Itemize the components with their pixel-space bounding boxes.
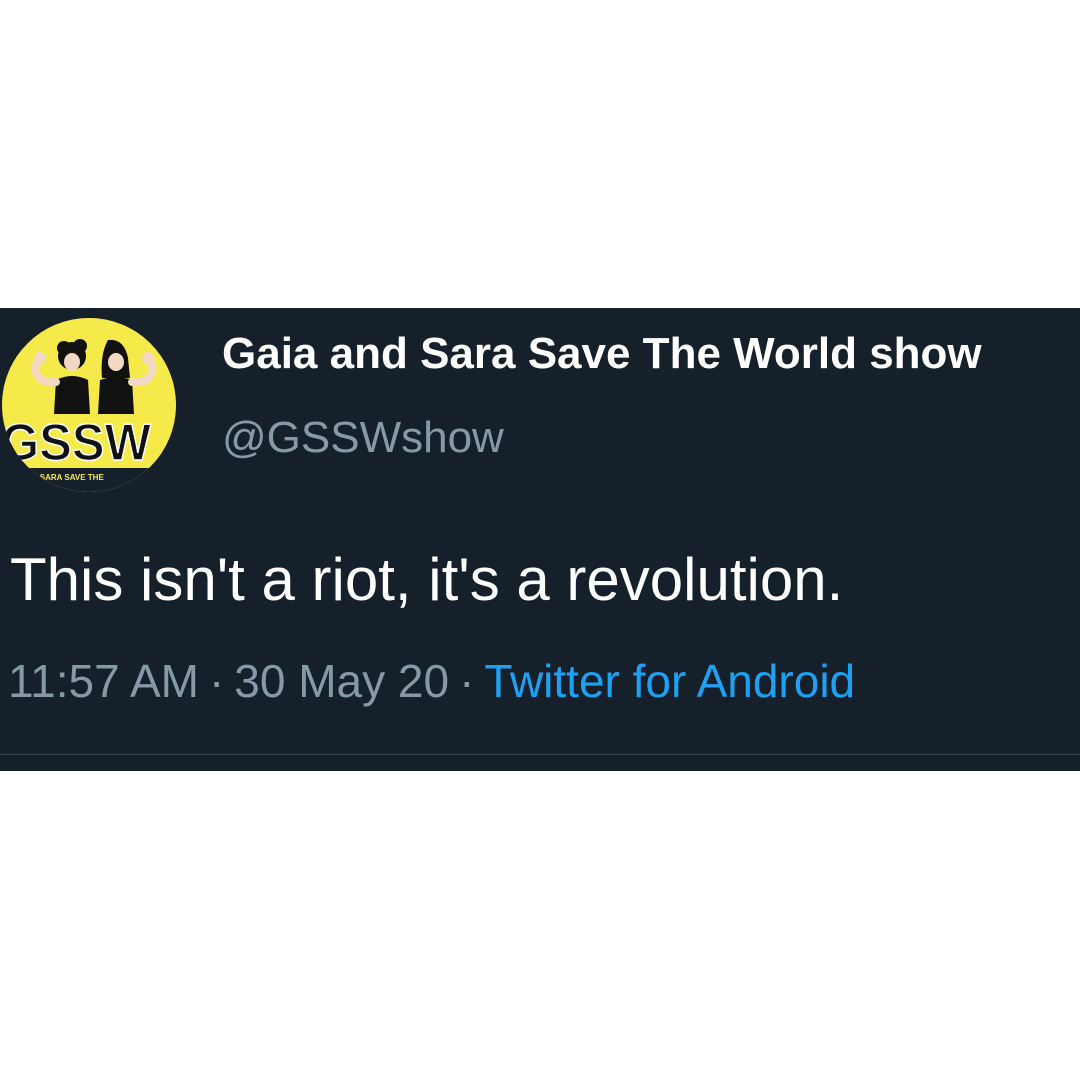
tweet-text: This isn't a riot, it's a revolution. (10, 546, 844, 613)
avatar-logo-text: GSSW (2, 414, 152, 472)
meta-separator: · (459, 655, 475, 707)
user-handle[interactable]: @GSSWshow (222, 410, 504, 466)
avatar[interactable]: AND SARA SAVE THE GSSW (2, 318, 176, 492)
divider (0, 754, 1080, 755)
tweet-time[interactable]: 11:57 AM (8, 655, 199, 707)
gssw-logo-icon: AND SARA SAVE THE GSSW (2, 318, 176, 492)
tweet-card: AND SARA SAVE THE GSSW Gaia and Sara Sav… (0, 308, 1080, 771)
tweet-meta: 11:57 AM · 30 May 20 · Twitter for Android (8, 651, 855, 711)
display-name[interactable]: Gaia and Sara Save The World show (222, 326, 982, 382)
tweet-source-link[interactable]: Twitter for Android (484, 655, 855, 707)
avatar-ring-text: AND SARA SAVE THE (20, 473, 104, 482)
tweet-date[interactable]: 30 May 20 (234, 655, 449, 707)
meta-separator: · (208, 655, 225, 707)
page: AND SARA SAVE THE GSSW Gaia and Sara Sav… (0, 0, 1080, 1080)
